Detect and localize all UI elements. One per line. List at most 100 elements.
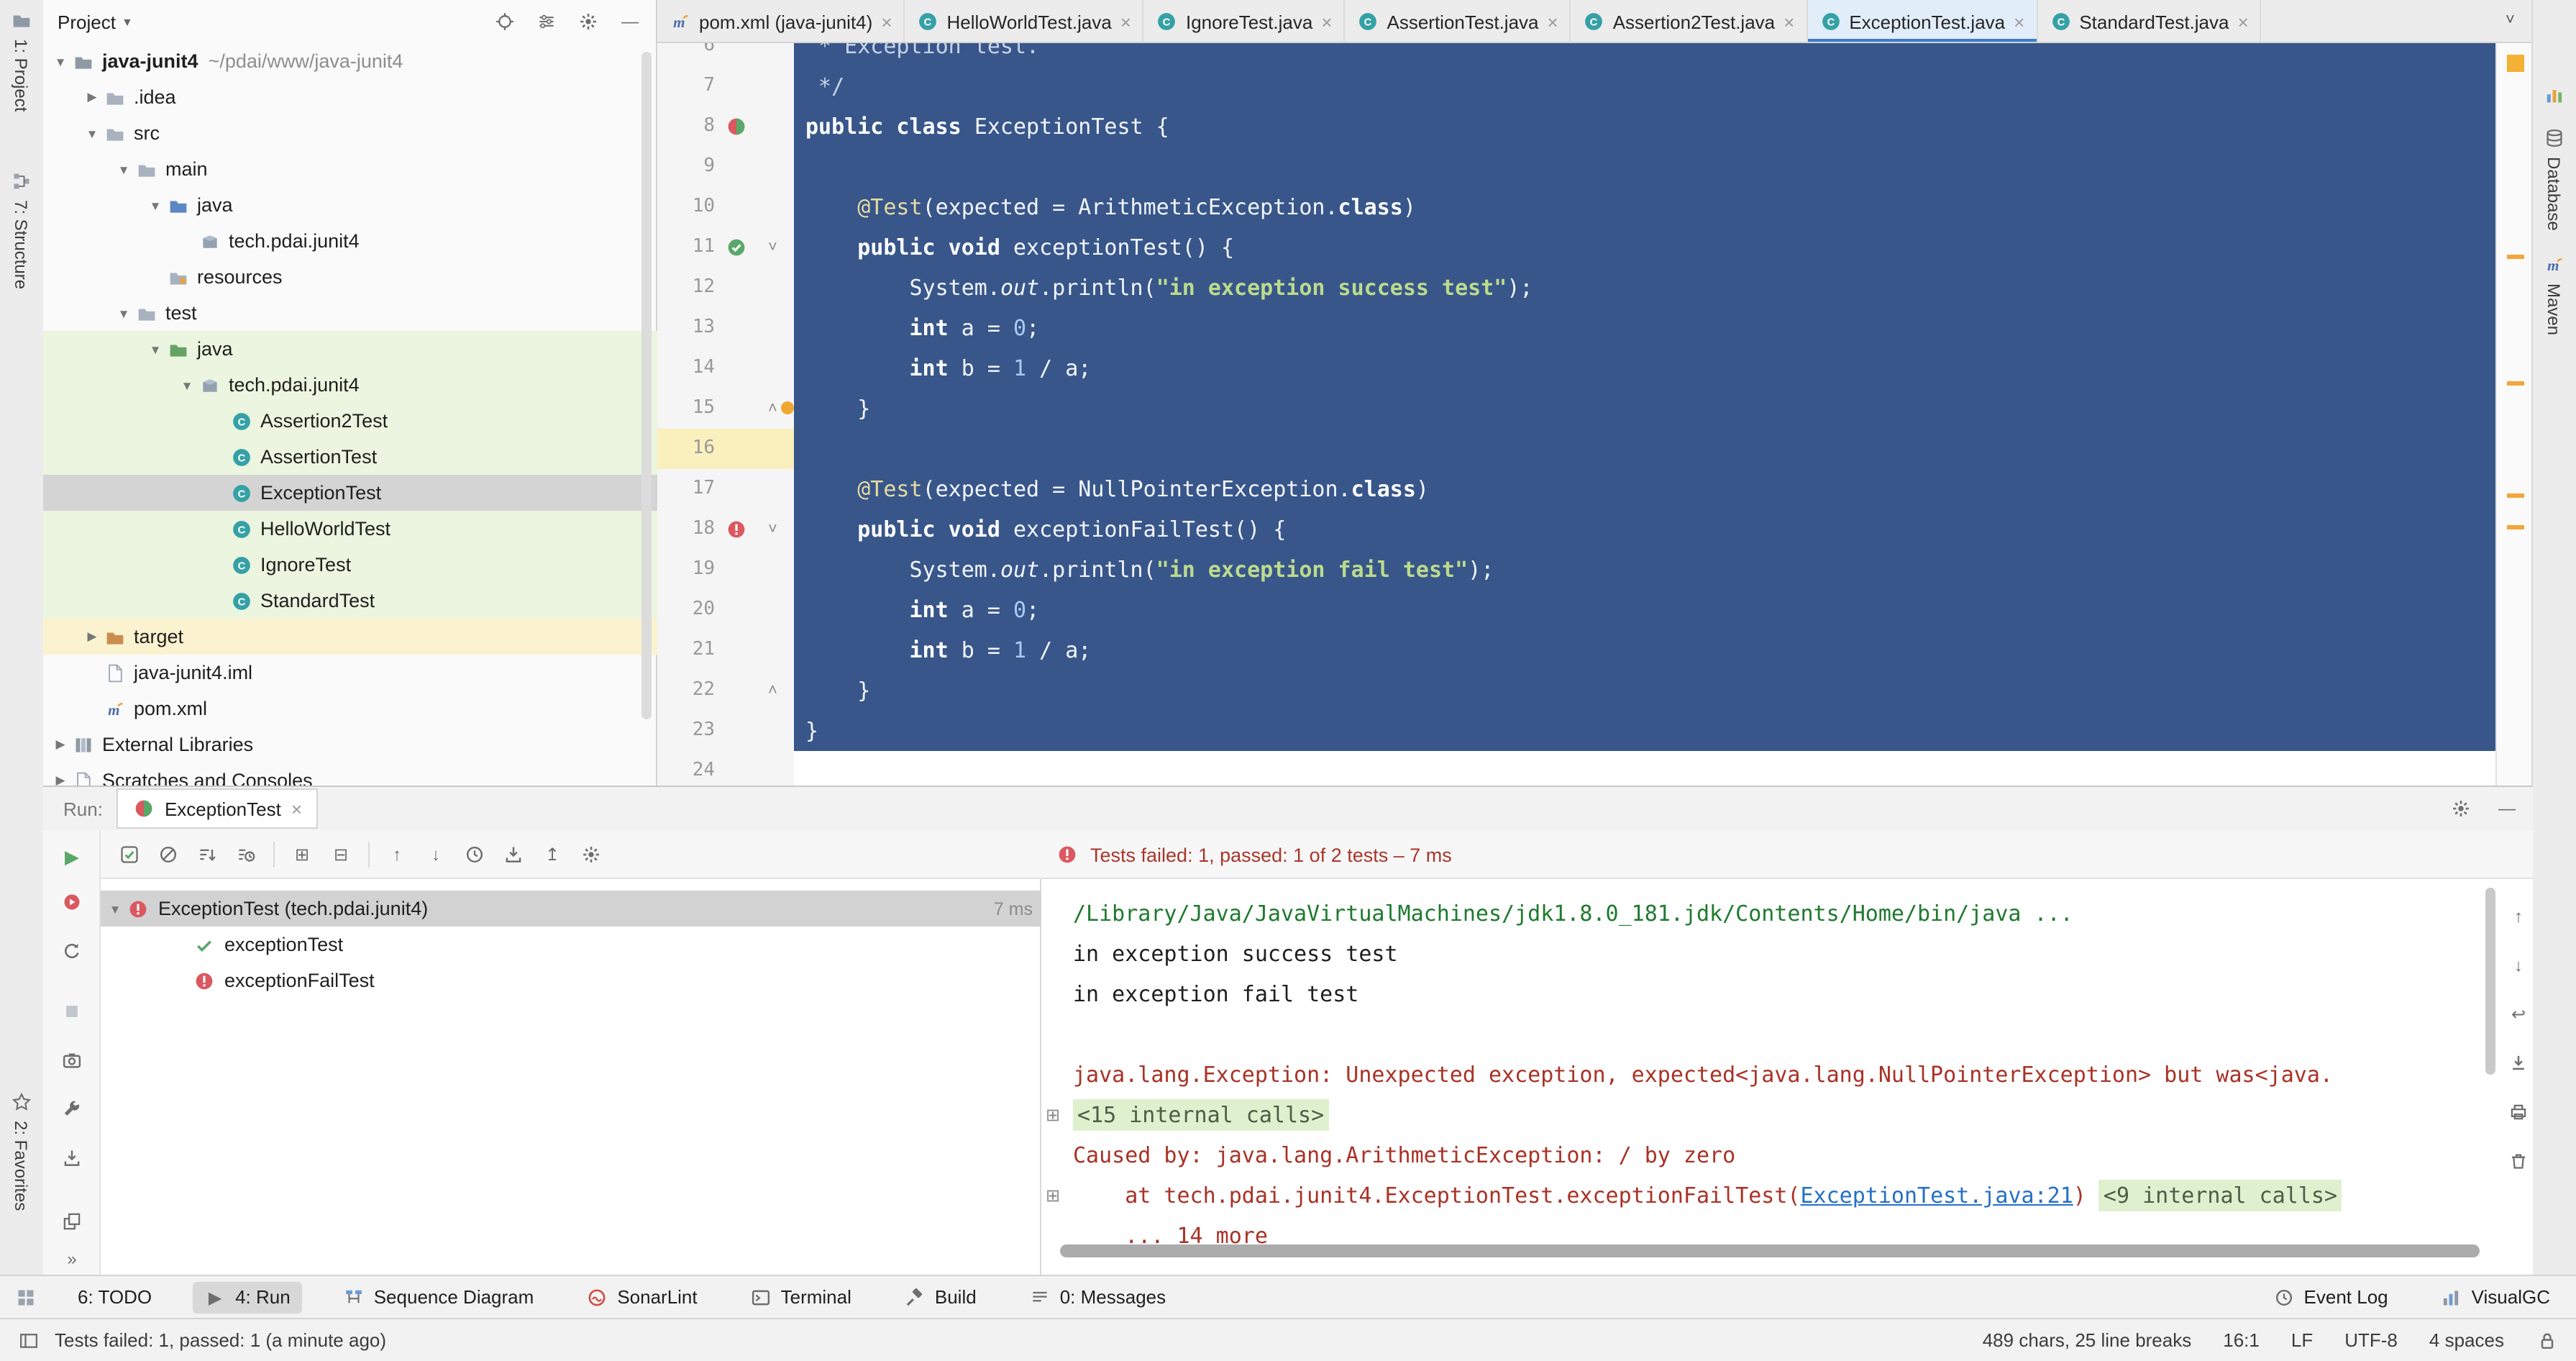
test-result-row[interactable]: exceptionTest1 ms: [101, 927, 1110, 962]
tool-window-button-favorites[interactable]: 2: Favorites: [0, 1091, 42, 1211]
tree-item[interactable]: CAssertionTest: [43, 439, 657, 475]
filter-icon[interactable]: [535, 10, 558, 33]
file-encoding[interactable]: UTF-8: [2344, 1329, 2398, 1351]
project-tree-scrollbar[interactable]: [641, 52, 652, 719]
tree-item[interactable]: CStandardTest: [43, 583, 657, 619]
test-result-row[interactable]: ▼ExceptionTest (tech.pdai.junit4)7 ms: [101, 891, 1044, 927]
tool-window-button-maven[interactable]: mMaven: [2533, 253, 2575, 335]
settings-icon[interactable]: [580, 842, 603, 865]
editor-tab[interactable]: CAssertionTest.java×: [1346, 0, 1571, 43]
fold-plus-icon[interactable]: ⊞: [1046, 1175, 1060, 1216]
expand-all-icon[interactable]: ⊞: [291, 842, 314, 865]
editor-tab[interactable]: CStandardTest.java×: [2037, 0, 2261, 43]
arrow-down-icon[interactable]: ↓: [2507, 954, 2530, 977]
close-icon[interactable]: ×: [1120, 11, 1131, 32]
chevron-down-icon[interactable]: ▼: [104, 901, 127, 916]
caret-position[interactable]: 16:1: [2223, 1329, 2260, 1351]
show-ignored-icon[interactable]: [157, 842, 180, 865]
chevron-down-icon[interactable]: ▼: [49, 54, 72, 68]
lock-icon[interactable]: [2536, 1329, 2559, 1352]
window-toggle-icon[interactable]: [17, 1329, 40, 1352]
hidden-tabs-chevron-icon[interactable]: ˅: [2506, 12, 2524, 29]
history-icon[interactable]: [463, 842, 486, 865]
console-vertical-scrollbar[interactable]: [2485, 888, 2495, 1075]
tool-window-tab-visualgc[interactable]: VisualGC: [2429, 1281, 2562, 1313]
minimize-icon[interactable]: —: [618, 10, 641, 33]
chevron-down-icon[interactable]: ▼: [144, 342, 167, 356]
tree-item[interactable]: ▼src: [43, 115, 657, 151]
warning-marker[interactable]: [2507, 381, 2524, 386]
warning-marker[interactable]: [2507, 525, 2524, 529]
trash-icon[interactable]: [2507, 1150, 2530, 1173]
tree-item[interactable]: ▶target: [43, 619, 657, 655]
export-icon[interactable]: ↥: [541, 842, 564, 865]
tool-window-tab-terminal[interactable]: Terminal: [738, 1281, 863, 1313]
gear-icon[interactable]: [2449, 797, 2472, 820]
print-icon[interactable]: [2507, 1101, 2530, 1124]
chevron-right-icon[interactable]: ▶: [81, 89, 104, 105]
close-icon[interactable]: ×: [1548, 11, 1558, 32]
tool-window-button-1-project[interactable]: 1: Project: [0, 9, 42, 111]
arrow-up-icon[interactable]: ↑: [2507, 905, 2530, 928]
tree-item[interactable]: ▶.idea: [43, 79, 657, 115]
soft-wrap-icon[interactable]: ↩: [2507, 1003, 2530, 1026]
more-icon[interactable]: »: [60, 1247, 83, 1270]
auto-test-icon[interactable]: [60, 939, 83, 962]
editor-tab[interactable]: CHelloWorldTest.java×: [905, 0, 1144, 43]
grid-icon[interactable]: [14, 1285, 37, 1308]
test-result-row[interactable]: exceptionFailTest6 ms: [101, 962, 1110, 998]
editor-error-stripe[interactable]: [2495, 43, 2533, 786]
editor-tab[interactable]: CIgnoreTest.java×: [1144, 0, 1346, 43]
run-icon[interactable]: ▶: [60, 845, 83, 868]
warning-marker[interactable]: [2507, 255, 2524, 259]
tree-item[interactable]: ▼java: [43, 331, 657, 367]
tool-window-button-7-structure[interactable]: 7: Structure: [0, 170, 42, 289]
close-icon[interactable]: ×: [1321, 11, 1332, 32]
editor-tab[interactable]: CAssertion2Test.java×: [1571, 0, 1808, 43]
stop-icon[interactable]: [60, 1000, 83, 1023]
target-icon[interactable]: [493, 10, 516, 33]
chevron-right-icon[interactable]: ▶: [49, 773, 72, 786]
close-icon[interactable]: ×: [291, 798, 302, 819]
tree-item[interactable]: CExceptionTest: [43, 475, 657, 511]
chevron-down-icon[interactable]: ▼: [175, 378, 198, 392]
editor-tab[interactable]: CExceptionTest.java×: [1807, 0, 2037, 43]
sort-duration-icon[interactable]: [234, 842, 257, 865]
fold-plus-icon[interactable]: ⊞: [1046, 1095, 1060, 1135]
stack-trace-link[interactable]: ExceptionTest.java:21: [1800, 1183, 2073, 1208]
chevron-right-icon[interactable]: ▶: [81, 629, 104, 645]
warning-marker[interactable]: [2507, 493, 2524, 498]
tree-item[interactable]: java-junit4.iml: [43, 655, 657, 691]
tree-item[interactable]: CIgnoreTest: [43, 547, 657, 583]
editor-tab[interactable]: mpom.xml (java-junit4)×: [657, 0, 905, 43]
close-icon[interactable]: ×: [1783, 11, 1794, 32]
tree-item[interactable]: ▼java-junit4~/pdai/www/java-junit4: [43, 43, 657, 79]
tool-window-tab-sequence-diagram[interactable]: Sequence Diagram: [331, 1281, 546, 1313]
tool-window-tab-build[interactable]: Build: [892, 1281, 988, 1313]
chevron-down-icon[interactable]: ▼: [81, 126, 104, 140]
snapshot-icon[interactable]: [60, 1049, 83, 1072]
tool-window-tab-0-messages[interactable]: 0: Messages: [1017, 1281, 1177, 1313]
tree-item[interactable]: ▼main: [43, 151, 657, 187]
collapse-all-icon[interactable]: ⊟: [329, 842, 352, 865]
console-horizontal-scrollbar[interactable]: [1060, 1244, 2480, 1257]
wrench-icon[interactable]: [60, 1098, 83, 1121]
rerun-failed-icon[interactable]: [60, 891, 83, 914]
chevron-down-icon[interactable]: ▼: [112, 306, 135, 320]
import-icon[interactable]: [60, 1147, 83, 1170]
close-icon[interactable]: ×: [881, 11, 892, 32]
tool-window-tab-6-todo[interactable]: 6: TODO: [66, 1282, 163, 1312]
import-results-icon[interactable]: [502, 842, 525, 865]
run-console[interactable]: /Library/Java/JavaVirtualMachines/jdk1.8…: [1041, 879, 2510, 1276]
tree-item[interactable]: CHelloWorldTest: [43, 511, 657, 547]
tool-window-button-database[interactable]: Database: [2533, 127, 2575, 231]
line-ending[interactable]: LF: [2291, 1329, 2313, 1351]
code-editor[interactable]: 67891011˅12131415˄161718˅19202122˄2324 *…: [657, 43, 2495, 786]
close-icon[interactable]: ×: [2014, 11, 2024, 32]
tool-window-button-ant[interactable]: [2533, 83, 2575, 106]
chevron-right-icon[interactable]: ▶: [49, 737, 72, 752]
tool-window-tab-event-log[interactable]: Event Log: [2261, 1281, 2400, 1313]
chevron-down-icon[interactable]: ▼: [122, 15, 133, 28]
run-configuration-tab[interactable]: ExceptionTest ×: [117, 788, 318, 829]
gear-icon[interactable]: [577, 10, 600, 33]
